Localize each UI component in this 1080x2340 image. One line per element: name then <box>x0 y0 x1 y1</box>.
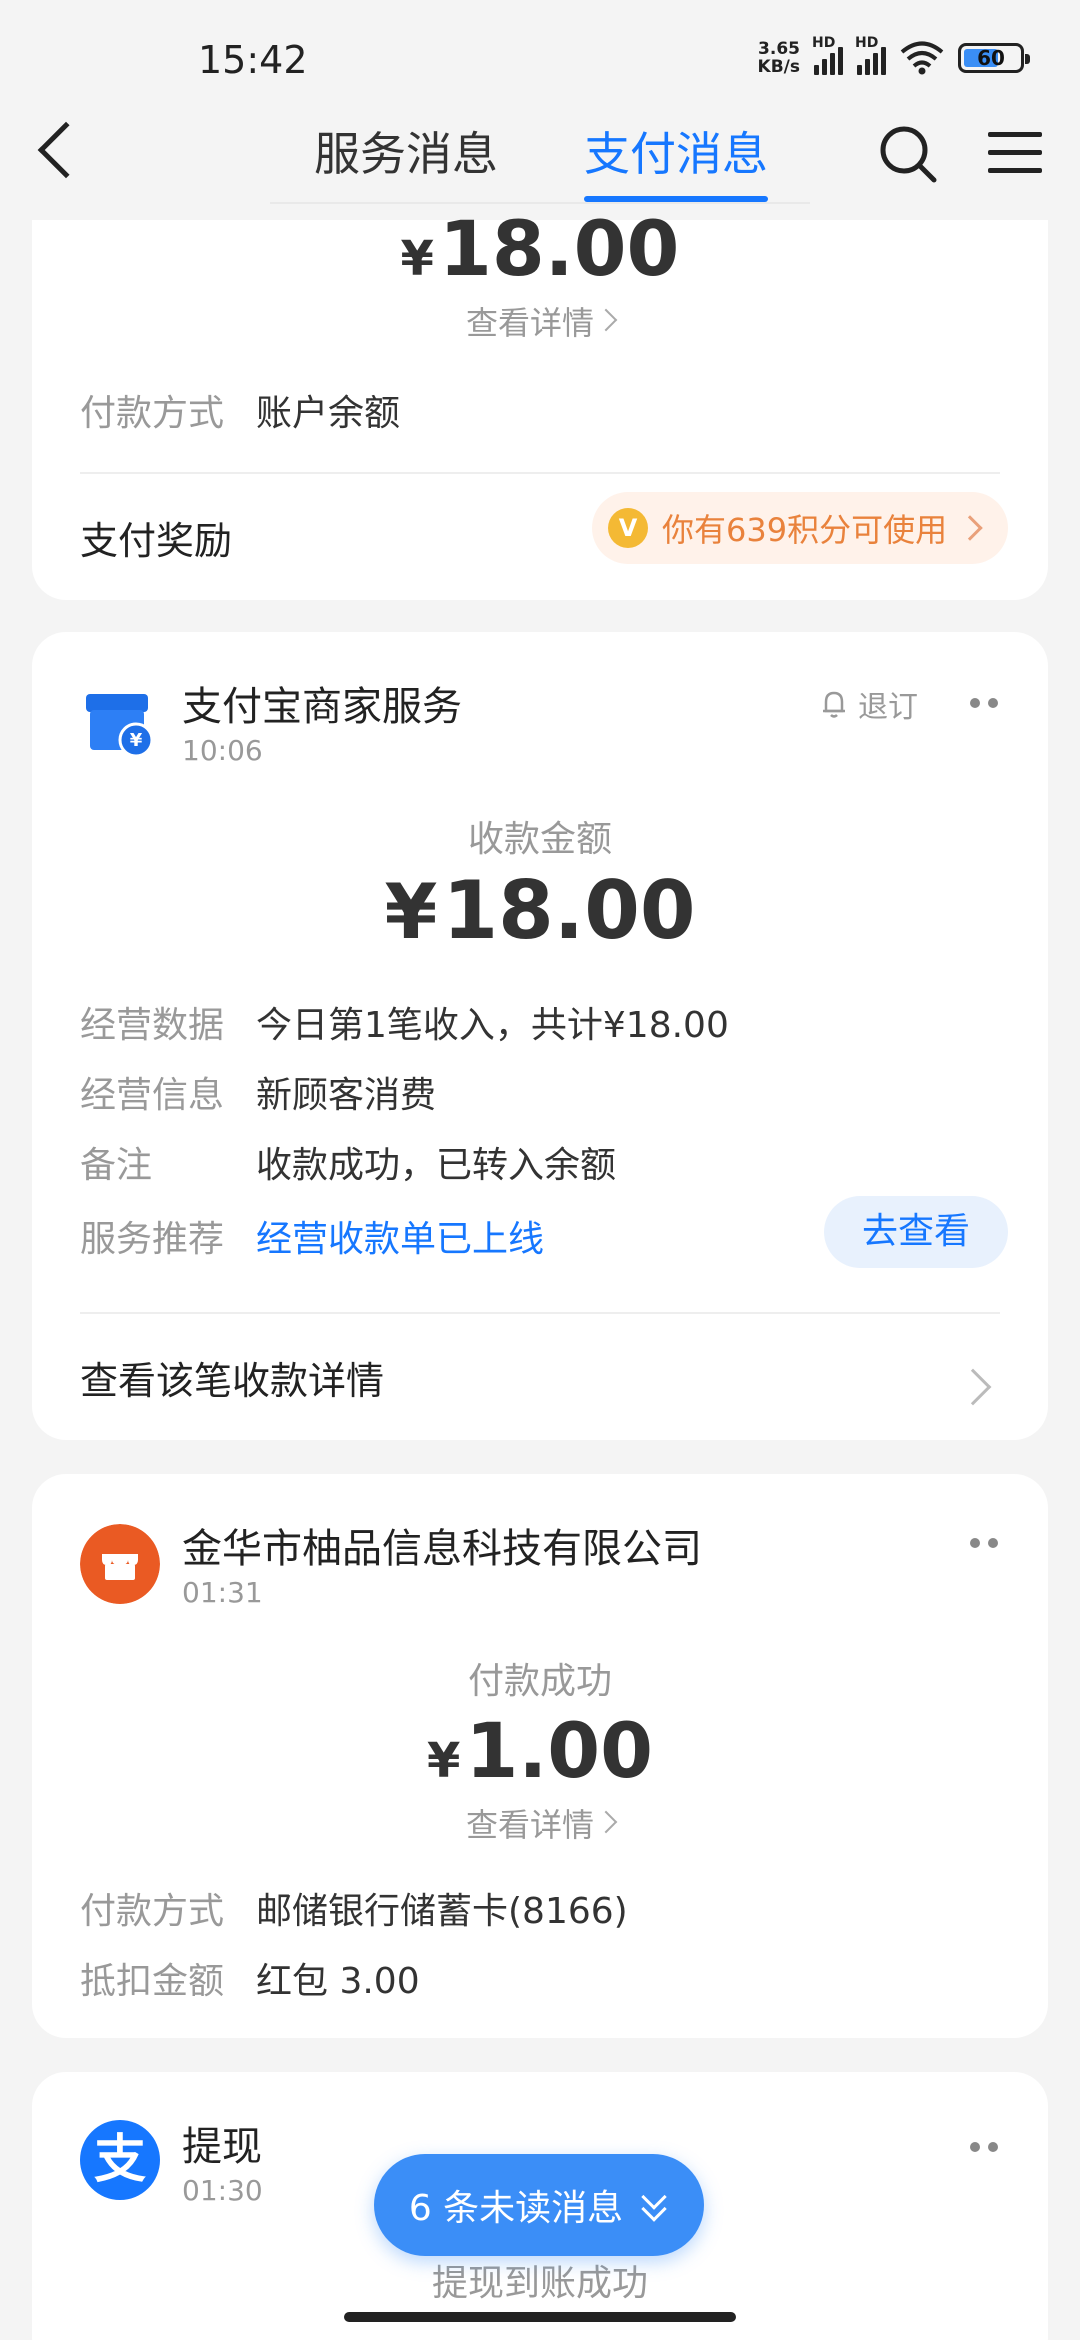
net-speed: 3.65 KB/s <box>757 39 800 77</box>
wifi-icon <box>900 41 944 75</box>
info-value: 红包 3.00 <box>256 1961 420 2002</box>
info-label: 经营数据 <box>80 1005 225 1046</box>
signal-2-icon: HD <box>855 35 886 75</box>
payment-success-card[interactable]: 金华市柚品信息科技有限公司 01:31 付款成功 ¥ 1.00 查看详情 付款方… <box>32 1474 1048 2038</box>
search-icon[interactable] <box>878 124 938 184</box>
message-time: 01:31 <box>182 1576 263 1609</box>
menu-icon[interactable] <box>988 132 1042 174</box>
tab-service-messages[interactable]: 服务消息 <box>314 118 498 184</box>
more-icon[interactable] <box>970 698 1000 710</box>
info-value: 今日第1笔收入，共计¥18.00 <box>256 1005 729 1046</box>
view-detail-link[interactable]: 查看详情 <box>32 1800 1048 1846</box>
status-icons: 3.65 KB/s HD HD 60 <box>757 35 1030 77</box>
amount-display: ¥ 18.00 <box>384 864 696 957</box>
status-time: 15:42 <box>198 38 308 82</box>
merchant-store-icon: ¥ <box>86 694 154 758</box>
info-label: 抵扣金额 <box>80 1961 225 2002</box>
message-time: 10:06 <box>182 734 263 767</box>
signal-icon: HD <box>812 35 843 75</box>
divider <box>80 1312 1000 1314</box>
more-icon[interactable] <box>970 1538 1000 1550</box>
reward-points-pill[interactable]: V 你有639积分可使用 <box>592 492 1008 564</box>
chevron-right-icon <box>957 515 983 541</box>
chevron-right-icon <box>594 308 618 332</box>
info-value: 邮储银行储蓄卡(8166) <box>256 1891 628 1932</box>
view-detail-link[interactable]: 查看详情 <box>32 298 1048 344</box>
status-title: 提现到账成功 <box>431 2263 648 2304</box>
merchant-store-icon <box>80 1524 160 1604</box>
tab-pay-messages[interactable]: 支付消息 <box>584 118 768 184</box>
amount-value: 1.00 <box>465 1706 653 1795</box>
info-value: 新顾客消费 <box>256 1075 437 1116</box>
info-label: 备注 <box>80 1145 153 1186</box>
pay-method-value: 账户余额 <box>256 393 401 434</box>
amount-value: 18.00 <box>439 204 680 293</box>
merchant-name: 提现 <box>182 2124 262 2170</box>
status-title: 付款成功 <box>467 1661 612 1702</box>
battery-icon: 60 <box>958 43 1030 73</box>
amount-title: 收款金额 <box>467 819 612 860</box>
amount-display: ¥ 1.00 <box>426 1706 653 1795</box>
status-bar: 15:42 3.65 KB/s HD HD 60 <box>0 0 1080 120</box>
amount-display: ¥ 18.00 <box>400 204 680 293</box>
info-label: 付款方式 <box>80 1891 225 1932</box>
alipay-logo-icon: 支 <box>80 2120 160 2200</box>
amount-value: 18.00 <box>442 864 696 957</box>
info-label: 经营信息 <box>80 1075 225 1116</box>
pay-method-label: 付款方式 <box>80 393 225 434</box>
double-chevron-down-icon <box>639 2184 669 2222</box>
service-recommend-link[interactable]: 经营收款单已上线 <box>256 1210 544 1262</box>
payment-card-top[interactable]: ¥ 18.00 查看详情 付款方式 账户余额 支付奖励 V 你有639积分可使用 <box>32 204 1048 600</box>
chevron-right-icon[interactable] <box>954 1368 992 1406</box>
receipt-detail-link[interactable]: 查看该笔收款详情 <box>80 1350 384 1405</box>
merchant-name: 金华市柚品信息科技有限公司 <box>182 1526 702 1572</box>
unsubscribe-button[interactable]: 退订 <box>820 682 918 726</box>
go-view-button[interactable]: 去查看 <box>824 1196 1008 1268</box>
unread-messages-button[interactable]: 6 条未读消息 <box>374 2154 704 2256</box>
svg-text:¥: ¥ <box>130 730 143 751</box>
merchant-service-card: ¥ 支付宝商家服务 10:06 退订 收款金额 ¥ 18.00 经营数据 今日第… <box>32 632 1048 1440</box>
info-label: 服务推荐 <box>80 1219 225 1260</box>
chevron-right-icon <box>594 1810 618 1834</box>
more-icon[interactable] <box>970 2142 1000 2154</box>
divider <box>80 472 1000 474</box>
bell-icon <box>823 691 845 718</box>
reward-title: 支付奖励 <box>80 519 233 563</box>
message-time: 01:30 <box>182 2174 263 2207</box>
home-indicator[interactable] <box>344 2312 736 2322</box>
coin-icon: V <box>608 508 648 548</box>
merchant-name: 支付宝商家服务 <box>182 684 462 730</box>
info-value: 收款成功，已转入余额 <box>256 1145 617 1186</box>
